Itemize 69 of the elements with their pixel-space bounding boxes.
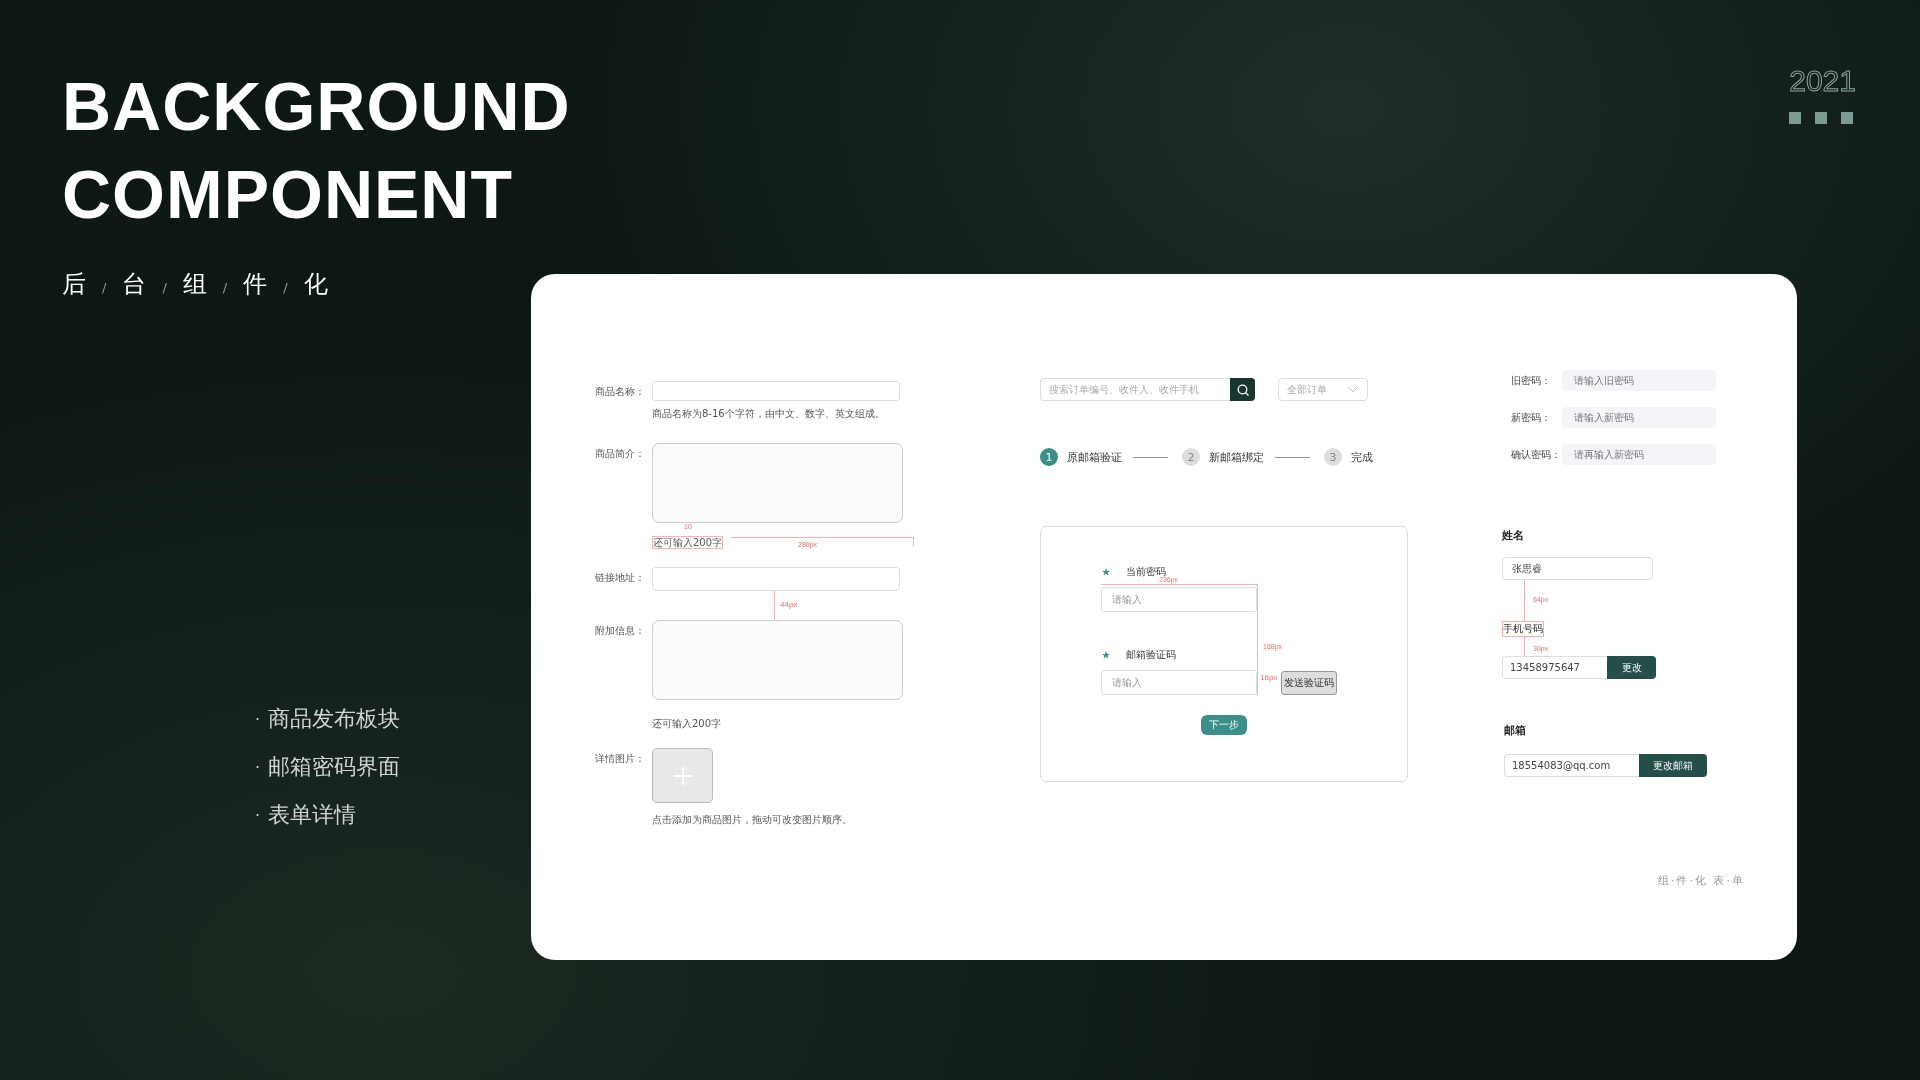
hint-text: 点击添加为商品图片，拖动可改变图片顺序。 [652, 813, 852, 827]
counter-text: 还可输入200字 [652, 718, 722, 729]
input-field[interactable]: 18554083@qq.com [1504, 754, 1639, 777]
separator-slash: / [162, 280, 167, 295]
measure-label: 44px [780, 600, 798, 609]
field-label: 邮箱验证码 [1126, 648, 1176, 662]
year-text: 2021 [1789, 64, 1856, 98]
field-label: 商品名称： [595, 385, 646, 399]
input-field[interactable]: 请输入新密码 [1562, 407, 1716, 428]
counter-text: 还可输入200字 [652, 536, 724, 549]
measure-line [1524, 580, 1525, 621]
field-label: 确认密码： [1511, 447, 1562, 462]
field-label: 姓名 [1502, 528, 1524, 543]
bullet-dot: · [255, 757, 261, 777]
text-area[interactable] [652, 620, 903, 700]
field-label: 链接地址： [595, 571, 646, 585]
search-field[interactable]: 搜索订单编号、收件人、收件手机 [1040, 378, 1230, 401]
bullet-text: 商品发布板块 [268, 705, 401, 733]
bullet-text: 表单详情 [268, 801, 357, 829]
bullet-dot: · [255, 805, 261, 825]
upload-button[interactable] [652, 748, 713, 803]
subtitle-char: 化 [303, 269, 328, 300]
input-field[interactable]: 请输入 [1101, 670, 1257, 695]
input-field[interactable]: 请输入旧密码 [1562, 370, 1716, 391]
title-text: COMPONENT [62, 155, 514, 234]
measure-line [1524, 637, 1525, 656]
field-label: 邮箱 [1504, 723, 1526, 738]
step-number: 2 [1182, 448, 1200, 466]
chevron-down-icon [1347, 386, 1359, 393]
step-number: 3 [1324, 448, 1342, 466]
input-field[interactable] [652, 567, 900, 591]
squares-icon [1789, 112, 1854, 124]
separator-slash: / [222, 280, 228, 295]
input-field[interactable]: 请输入 [1101, 587, 1257, 612]
input-field[interactable]: 请再输入新密码 [1562, 444, 1716, 465]
separator-slash: / [283, 280, 288, 295]
subtitle-char: 后 [62, 269, 86, 300]
text-area[interactable] [652, 443, 903, 523]
measure-label: 16px [1260, 673, 1278, 682]
step-label: 原邮箱验证 [1067, 449, 1122, 465]
step-number: 1 [1040, 448, 1058, 466]
search-button[interactable] [1230, 378, 1255, 401]
field-label: 新密码： [1511, 410, 1552, 425]
send-code-button[interactable]: 发送验证码 [1281, 670, 1337, 695]
subtitle-char: 件 [243, 269, 268, 300]
input-field[interactable] [652, 381, 900, 401]
bullet-dot: · [255, 709, 261, 729]
change-button[interactable]: 更改 [1607, 656, 1656, 679]
measure-line [774, 591, 775, 620]
field-label: 附加信息： [595, 624, 646, 638]
input-field[interactable]: 13458975647 [1502, 656, 1607, 679]
search-icon [1236, 383, 1249, 396]
footer-text: 组·件·化 表·单 [1658, 873, 1745, 888]
separator-slash: / [102, 280, 107, 295]
hint-text: 商品名称为8-16个字符，由中文、数字、英文组成。 [652, 407, 886, 421]
field-label: 商品简介： [595, 447, 646, 461]
subtitle-char: 台 [122, 269, 147, 300]
next-button[interactable]: 下一步 [1201, 715, 1247, 735]
field-label: 详情图片： [595, 752, 646, 766]
field-label: 手机号码 [1502, 621, 1544, 637]
step-label: 完成 [1351, 449, 1373, 465]
input-field[interactable]: 张思睿 [1502, 557, 1653, 580]
step-label: 新邮箱绑定 [1209, 449, 1264, 465]
title-text: BACKGROUND [62, 67, 571, 146]
change-email-button[interactable]: 更改邮箱 [1639, 754, 1707, 777]
bullet-text: 邮箱密码界面 [268, 753, 401, 781]
field-label: 旧密码： [1511, 373, 1552, 388]
subtitle-char: 组 [182, 269, 207, 300]
field-label: 当前密码 [1126, 565, 1166, 578]
